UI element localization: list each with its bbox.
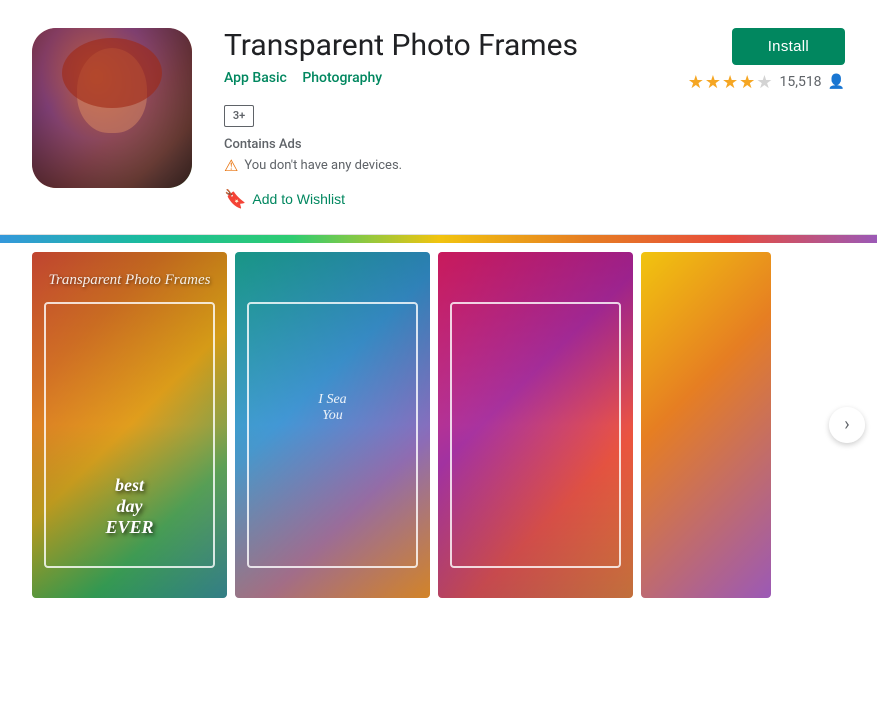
meta-separator bbox=[293, 70, 296, 86]
screenshot-2[interactable]: I SeaYou bbox=[235, 252, 430, 598]
ss3-frame bbox=[450, 302, 621, 568]
age-badge: 3+ bbox=[224, 105, 254, 127]
install-button[interactable]: Install bbox=[732, 28, 845, 65]
screenshot-1[interactable]: Transparent Photo Frames bestdayEVER bbox=[32, 252, 227, 598]
chevron-right-icon: › bbox=[844, 414, 849, 435]
screenshots-section: Transparent Photo Frames bestdayEVER I S… bbox=[0, 235, 877, 615]
screenshot-4[interactable] bbox=[641, 252, 771, 598]
ss2-frame bbox=[247, 302, 418, 568]
star-1: ★ bbox=[688, 72, 705, 93]
warning-icon: ⚠ bbox=[224, 156, 238, 175]
ss1-text: bestdayEVER bbox=[32, 475, 227, 538]
bookmark-icon: 🔖 bbox=[224, 189, 246, 210]
no-devices-text: You don't have any devices. bbox=[244, 158, 402, 173]
add-to-wishlist-button[interactable]: 🔖 Add to Wishlist bbox=[224, 189, 345, 210]
star-rating: ★ ★ ★ ★ ★ bbox=[688, 72, 774, 93]
color-bar bbox=[0, 235, 877, 243]
app-developer-link[interactable]: App Basic bbox=[224, 70, 287, 86]
ss1-header: Transparent Photo Frames bbox=[32, 272, 227, 289]
screenshot-3[interactable] bbox=[438, 252, 633, 598]
star-2: ★ bbox=[705, 72, 722, 93]
person-icon: 👤 bbox=[828, 74, 845, 90]
no-devices-row: ⚠ You don't have any devices. bbox=[224, 156, 845, 175]
app-category-link[interactable]: Photography bbox=[302, 70, 382, 86]
app-icon bbox=[32, 28, 192, 188]
next-screenshot-button[interactable]: › bbox=[829, 407, 865, 443]
app-meta-and-rating: App Basic Photography ★ ★ ★ ★ ★ 15,518 👤 bbox=[224, 70, 845, 94]
contains-ads-label: Contains Ads bbox=[224, 137, 845, 152]
star-3: ★ bbox=[722, 72, 739, 93]
actions-row: 🔖 Add to Wishlist bbox=[224, 189, 845, 210]
ss2-text: I SeaYou bbox=[255, 392, 410, 424]
app-meta-row: App Basic Photography bbox=[224, 70, 382, 86]
star-4: ★ bbox=[739, 72, 756, 93]
screenshots-container: Transparent Photo Frames bestdayEVER I S… bbox=[0, 236, 877, 614]
star-5: ★ bbox=[756, 72, 773, 93]
app-info-section: Transparent Photo Frames App Basic Photo… bbox=[0, 0, 877, 235]
rating-row: ★ ★ ★ ★ ★ 15,518 👤 bbox=[688, 72, 845, 93]
rating-count: 15,518 bbox=[779, 74, 821, 90]
wishlist-label: Add to Wishlist bbox=[252, 191, 345, 207]
